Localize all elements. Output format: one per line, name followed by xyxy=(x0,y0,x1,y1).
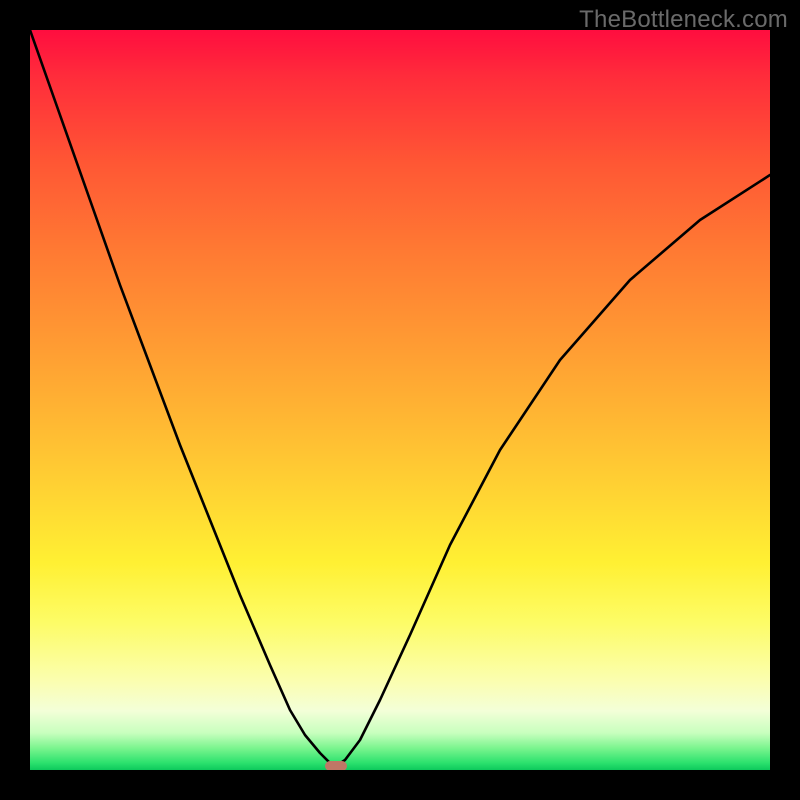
minimum-marker xyxy=(325,761,347,770)
plot-background-gradient xyxy=(30,30,770,770)
watermark-text: TheBottleneck.com xyxy=(579,6,788,34)
plot-frame xyxy=(30,30,770,770)
